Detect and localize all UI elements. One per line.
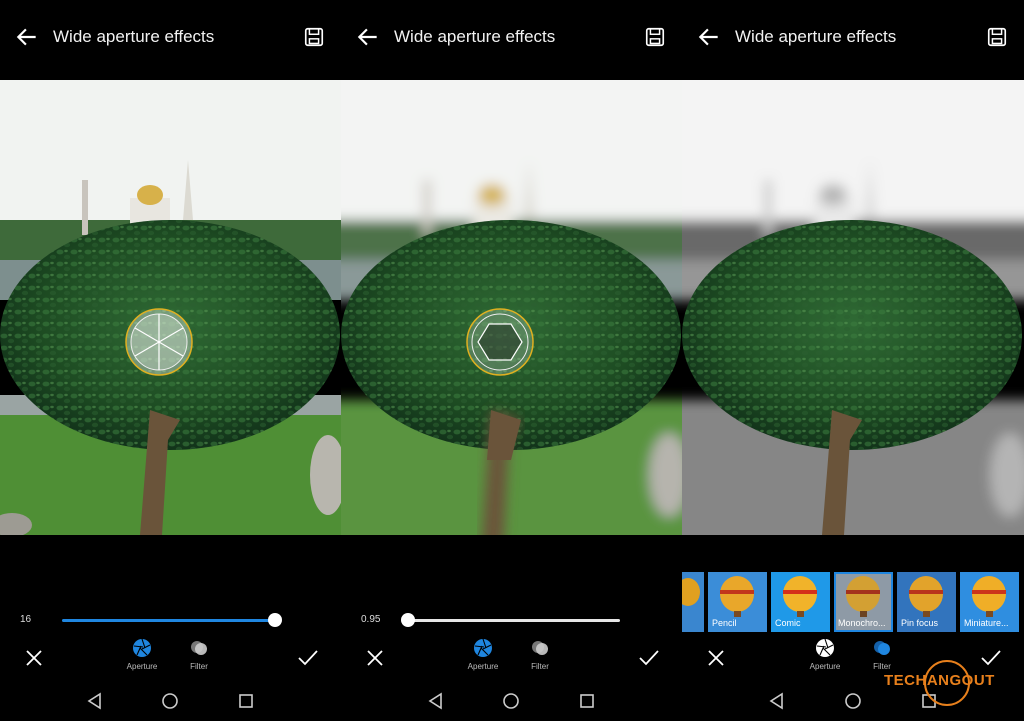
filter-thumb-partial[interactable] — [682, 572, 704, 632]
page-title: Wide aperture effects — [53, 27, 215, 46]
checkmark-icon[interactable] — [297, 648, 319, 668]
filter-label: Filter — [190, 662, 208, 671]
filter-thumb-pin-focus[interactable]: Pin focus — [897, 572, 956, 632]
aperture-tool[interactable]: Aperture — [803, 638, 847, 671]
slider-track[interactable] — [403, 619, 620, 622]
arrow-left-icon[interactable] — [696, 24, 722, 50]
filter-tool[interactable]: Filter — [177, 638, 221, 671]
filter-icon — [191, 641, 207, 655]
filter-label: Comic — [775, 618, 801, 628]
circle-home-icon[interactable] — [502, 692, 520, 710]
aperture-tool[interactable]: Aperture — [461, 638, 505, 671]
photo-preview[interactable] — [682, 80, 1024, 535]
filter-strip: Pencil Comic Monochro... Pin focus Minia… — [682, 572, 1024, 632]
aperture-value: 16 — [20, 614, 32, 625]
filter-label: Miniature... — [964, 618, 1009, 628]
watermark-text: TECHANGOUT — [884, 672, 995, 689]
filter-thumb-comic[interactable]: Comic — [771, 572, 830, 632]
triangle-back-icon[interactable] — [427, 692, 445, 710]
square-recent-icon[interactable] — [578, 692, 596, 710]
checkmark-icon[interactable] — [638, 648, 660, 668]
slider-track-filled[interactable] — [62, 619, 274, 622]
app-bar: Wide aperture effects — [682, 0, 1024, 72]
save-icon[interactable] — [644, 26, 666, 48]
screen-1: Wide aperture effects 16 Aperture Filter — [0, 0, 341, 721]
arrow-left-icon[interactable] — [14, 24, 40, 50]
square-recent-icon[interactable] — [237, 692, 255, 710]
filter-label: Filter — [531, 662, 549, 671]
screen-2: Wide aperture effects 0.95 Aperture Filt… — [341, 0, 682, 721]
save-icon[interactable] — [986, 26, 1008, 48]
save-icon[interactable] — [303, 26, 325, 48]
aperture-label: Aperture — [467, 662, 499, 671]
filter-label: Pencil — [712, 618, 737, 628]
photo-preview[interactable] — [0, 80, 341, 535]
screen-3: Wide aperture effects Pencil Comic Monoc… — [682, 0, 1024, 721]
bottom-toolbar: Aperture Filter — [0, 636, 341, 678]
filter-label: Pin focus — [901, 618, 939, 628]
slider-thumb[interactable] — [268, 613, 282, 627]
close-icon[interactable] — [365, 648, 385, 668]
slider-thumb[interactable] — [401, 613, 415, 627]
filter-thumb-monochrome[interactable]: Monochro... — [834, 572, 893, 632]
close-icon[interactable] — [706, 648, 726, 668]
circle-home-icon[interactable] — [161, 692, 179, 710]
filter-thumb-miniature[interactable]: Miniature... — [960, 572, 1019, 632]
watermark-logo: TECHANGOUT — [884, 660, 1014, 706]
aperture-value: 0.95 — [361, 614, 381, 625]
bottom-toolbar: Aperture Filter — [341, 636, 682, 678]
filter-label: Monochro... — [838, 618, 886, 628]
aperture-tool[interactable]: Aperture — [120, 638, 164, 671]
system-nav-bar — [0, 686, 341, 716]
app-bar: Wide aperture effects — [341, 0, 682, 72]
aperture-icon — [133, 638, 151, 657]
page-title: Wide aperture effects — [735, 27, 897, 46]
page-title: Wide aperture effects — [394, 27, 556, 46]
aperture-slider[interactable]: 0.95 — [341, 606, 682, 634]
aperture-label: Aperture — [126, 662, 158, 671]
app-bar: Wide aperture effects — [0, 0, 341, 72]
triangle-back-icon[interactable] — [86, 692, 104, 710]
filter-icon — [532, 641, 548, 655]
triangle-back-icon[interactable] — [768, 692, 786, 710]
system-nav-bar — [341, 686, 682, 716]
aperture-slider[interactable]: 16 — [0, 606, 341, 634]
filter-thumb-pencil[interactable]: Pencil — [708, 572, 767, 632]
close-icon[interactable] — [24, 648, 44, 668]
aperture-label: Aperture — [809, 662, 841, 671]
filter-icon — [874, 641, 890, 655]
aperture-icon — [474, 638, 492, 657]
arrow-left-icon[interactable] — [355, 24, 381, 50]
filter-tool[interactable]: Filter — [518, 638, 562, 671]
circle-home-icon[interactable] — [844, 692, 862, 710]
photo-preview[interactable] — [341, 80, 682, 535]
aperture-icon — [816, 638, 834, 657]
